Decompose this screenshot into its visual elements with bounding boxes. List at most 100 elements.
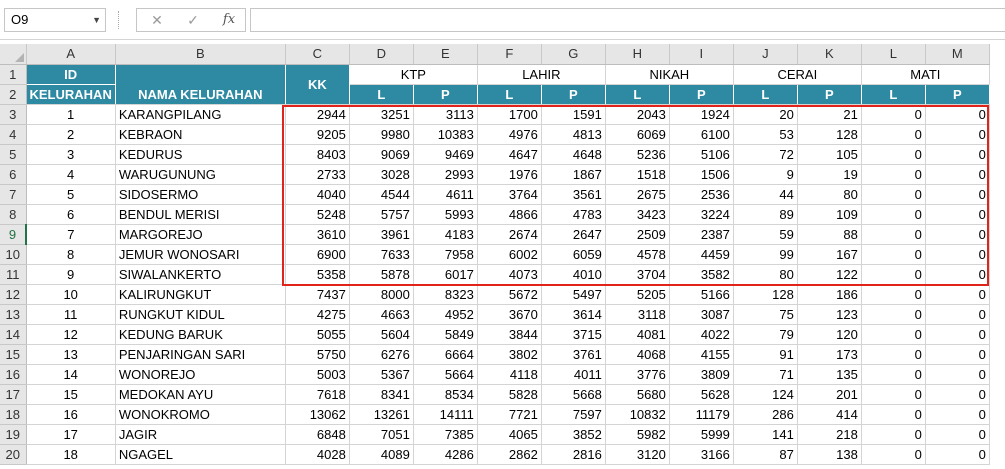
cerai-group-header[interactable]: CERAI	[733, 64, 862, 85]
value-cell[interactable]: 8000	[349, 284, 414, 305]
nikah-group-header[interactable]: NIKAH	[605, 64, 734, 85]
value-cell[interactable]: 0	[861, 124, 926, 145]
column-header-c[interactable]: C	[285, 44, 350, 65]
column-header-j[interactable]: J	[733, 44, 798, 65]
column-header-b[interactable]: B	[115, 44, 286, 65]
value-cell[interactable]: 7385	[413, 424, 478, 445]
value-cell[interactable]: 3120	[605, 444, 670, 465]
value-cell[interactable]: 5106	[669, 144, 734, 165]
value-cell[interactable]: 123	[797, 304, 862, 325]
mati-p-header[interactable]: P	[925, 84, 990, 105]
value-cell[interactable]: 5367	[349, 364, 414, 385]
value-cell[interactable]: 4022	[669, 324, 734, 345]
value-cell[interactable]: 1867	[541, 164, 606, 185]
id-cell[interactable]: 10	[26, 284, 116, 305]
nikah-l-header[interactable]: L	[605, 84, 670, 105]
value-cell[interactable]: 4068	[605, 344, 670, 365]
value-cell[interactable]: 6664	[413, 344, 478, 365]
value-cell[interactable]: 3166	[669, 444, 734, 465]
value-cell[interactable]: 10383	[413, 124, 478, 145]
value-cell[interactable]: 6069	[605, 124, 670, 145]
value-cell[interactable]: 2509	[605, 224, 670, 245]
lahir-p-header[interactable]: P	[541, 84, 606, 105]
value-cell[interactable]: 3776	[605, 364, 670, 385]
value-cell[interactable]: 173	[797, 344, 862, 365]
value-cell[interactable]: 4155	[669, 344, 734, 365]
value-cell[interactable]: 3809	[669, 364, 734, 385]
value-cell[interactable]: 0	[925, 444, 990, 465]
value-cell[interactable]: 2993	[413, 164, 478, 185]
value-cell[interactable]: 2647	[541, 224, 606, 245]
value-cell[interactable]: 3670	[477, 304, 542, 325]
value-cell[interactable]: 0	[925, 144, 990, 165]
value-cell[interactable]: 0	[861, 264, 926, 285]
value-cell[interactable]: 20	[733, 104, 798, 125]
value-cell[interactable]: 3423	[605, 204, 670, 225]
mati-l-header[interactable]: L	[861, 84, 926, 105]
value-cell[interactable]: 4976	[477, 124, 542, 145]
name-box[interactable]: O9 ▼	[4, 8, 106, 32]
value-cell[interactable]: 0	[925, 104, 990, 125]
value-cell[interactable]: 80	[797, 184, 862, 205]
value-cell[interactable]: 0	[861, 164, 926, 185]
value-cell[interactable]: 3610	[285, 224, 350, 245]
value-cell[interactable]: 87	[733, 444, 798, 465]
value-cell[interactable]: 138	[797, 444, 862, 465]
value-cell[interactable]: 0	[925, 224, 990, 245]
row-header[interactable]: 8	[0, 204, 27, 225]
value-cell[interactable]: 8323	[413, 284, 478, 305]
value-cell[interactable]: 120	[797, 324, 862, 345]
value-cell[interactable]: 2944	[285, 104, 350, 125]
row-header[interactable]: 18	[0, 404, 27, 425]
row-header[interactable]: 2	[0, 84, 27, 105]
value-cell[interactable]: 80	[733, 264, 798, 285]
value-cell[interactable]: 2674	[477, 224, 542, 245]
value-cell[interactable]: 2675	[605, 184, 670, 205]
row-header[interactable]: 13	[0, 304, 27, 325]
value-cell[interactable]: 3113	[413, 104, 478, 125]
value-cell[interactable]: 201	[797, 384, 862, 405]
value-cell[interactable]: 99	[733, 244, 798, 265]
name-cell[interactable]: KEDURUS	[115, 144, 286, 165]
column-header-i[interactable]: I	[669, 44, 734, 65]
row-header[interactable]: 19	[0, 424, 27, 445]
value-cell[interactable]: 3761	[541, 344, 606, 365]
value-cell[interactable]: 4813	[541, 124, 606, 145]
value-cell[interactable]: 6276	[349, 344, 414, 365]
value-cell[interactable]: 59	[733, 224, 798, 245]
value-cell[interactable]: 5497	[541, 284, 606, 305]
value-cell[interactable]: 3224	[669, 204, 734, 225]
value-cell[interactable]: 0	[861, 284, 926, 305]
value-cell[interactable]: 7633	[349, 244, 414, 265]
value-cell[interactable]: 88	[797, 224, 862, 245]
value-cell[interactable]: 0	[925, 324, 990, 345]
value-cell[interactable]: 4073	[477, 264, 542, 285]
value-cell[interactable]: 0	[925, 424, 990, 445]
value-cell[interactable]: 11179	[669, 404, 734, 425]
value-cell[interactable]: 5166	[669, 284, 734, 305]
value-cell[interactable]: 1700	[477, 104, 542, 125]
value-cell[interactable]: 2733	[285, 164, 350, 185]
value-cell[interactable]: 5055	[285, 324, 350, 345]
value-cell[interactable]: 2536	[669, 184, 734, 205]
name-cell[interactable]: MEDOKAN AYU	[115, 384, 286, 405]
value-cell[interactable]: 1924	[669, 104, 734, 125]
value-cell[interactable]: 4783	[541, 204, 606, 225]
value-cell[interactable]: 8403	[285, 144, 350, 165]
value-cell[interactable]: 6848	[285, 424, 350, 445]
value-cell[interactable]: 0	[861, 224, 926, 245]
value-cell[interactable]: 13062	[285, 404, 350, 425]
cerai-l-header[interactable]: L	[733, 84, 798, 105]
nikah-p-header[interactable]: P	[669, 84, 734, 105]
value-cell[interactable]: 4081	[605, 324, 670, 345]
value-cell[interactable]: 5680	[605, 384, 670, 405]
value-cell[interactable]: 9980	[349, 124, 414, 145]
column-header-e[interactable]: E	[413, 44, 478, 65]
row-header[interactable]: 6	[0, 164, 27, 185]
id-cell[interactable]: 4	[26, 164, 116, 185]
column-header-a[interactable]: A	[26, 44, 116, 65]
value-cell[interactable]: 0	[861, 364, 926, 385]
value-cell[interactable]: 0	[861, 424, 926, 445]
value-cell[interactable]: 128	[797, 124, 862, 145]
value-cell[interactable]: 0	[925, 384, 990, 405]
